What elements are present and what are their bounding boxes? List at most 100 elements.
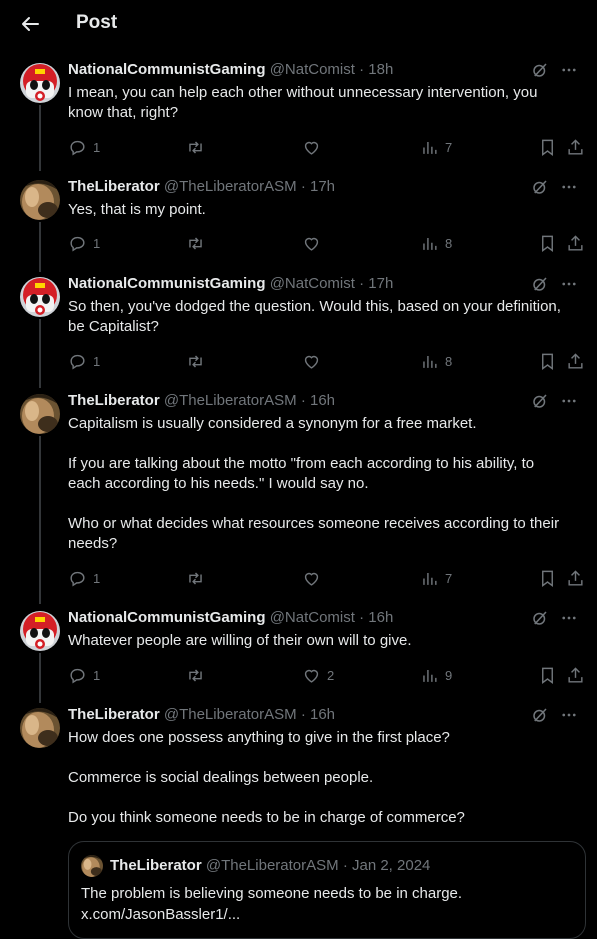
bookmark-button[interactable] bbox=[538, 351, 557, 371]
more-dots-icon[interactable] bbox=[559, 61, 579, 79]
bookmark-button[interactable] bbox=[538, 137, 557, 157]
reply-button[interactable]: 1 bbox=[68, 665, 100, 685]
display-name[interactable]: TheLiberator bbox=[68, 178, 160, 195]
tweet[interactable]: TheLiberator @TheLiberatorASM · 17h Yes,… bbox=[0, 178, 597, 270]
bookmark-button[interactable] bbox=[538, 233, 557, 253]
back-button[interactable] bbox=[18, 12, 44, 36]
separator-dot: · bbox=[359, 275, 365, 292]
like-button[interactable]: 2 bbox=[302, 665, 334, 685]
display-name[interactable]: TheLiberator bbox=[68, 392, 160, 409]
reply-button[interactable]: 1 bbox=[68, 351, 100, 371]
display-name[interactable]: NationalCommunistGaming bbox=[68, 609, 266, 626]
tweet-text-line: Capitalism is usually considered a synon… bbox=[68, 415, 477, 432]
more-dots-icon[interactable] bbox=[559, 706, 579, 724]
retweet-button[interactable] bbox=[186, 665, 211, 685]
share-button[interactable] bbox=[566, 233, 585, 253]
more-dots-icon[interactable] bbox=[559, 275, 579, 293]
views-button[interactable]: 8 bbox=[420, 233, 452, 253]
reply-count: 1 bbox=[93, 353, 101, 369]
tweet-meta: NationalCommunistGaming @NatComist · 18h bbox=[68, 61, 393, 78]
tweet[interactable]: NationalCommunistGaming @NatComist · 16h… bbox=[0, 609, 597, 701]
user-handle[interactable]: @NatComist bbox=[270, 275, 355, 292]
share-button[interactable] bbox=[566, 665, 585, 685]
display-name[interactable]: TheLiberator bbox=[68, 706, 160, 723]
views-button[interactable]: 9 bbox=[420, 665, 452, 685]
action-bar: 1 2 9 bbox=[68, 665, 588, 685]
avatar[interactable] bbox=[20, 277, 60, 317]
user-handle[interactable]: @NatComist bbox=[270, 61, 355, 78]
heart-icon bbox=[304, 669, 319, 683]
like-button[interactable] bbox=[302, 568, 327, 588]
share-button[interactable] bbox=[566, 568, 585, 588]
user-handle[interactable]: @TheLiberatorASM bbox=[164, 706, 297, 723]
reply-count: 1 bbox=[93, 667, 101, 683]
grok-icon[interactable] bbox=[531, 275, 549, 293]
grok-icon[interactable] bbox=[531, 706, 549, 724]
reply-button[interactable]: 1 bbox=[68, 233, 100, 253]
avatar[interactable] bbox=[20, 611, 60, 651]
retweet-button[interactable] bbox=[186, 568, 211, 588]
quoted-link[interactable]: x.com/JasonBassler1/... bbox=[81, 904, 571, 925]
tweet-meta: TheLiberator @TheLiberatorASM · 16h bbox=[68, 706, 335, 723]
timestamp[interactable]: 17h bbox=[310, 178, 335, 195]
tweet-text: I mean, you can help each other without … bbox=[68, 83, 568, 123]
like-button[interactable] bbox=[302, 233, 327, 253]
retweet-button[interactable] bbox=[186, 137, 211, 157]
tweet-text-line bbox=[68, 434, 568, 454]
tweet[interactable]: TheLiberator @TheLiberatorASM · 16h Capi… bbox=[0, 392, 597, 604]
timestamp[interactable]: 16h bbox=[310, 706, 335, 723]
grok-icon[interactable] bbox=[531, 178, 549, 196]
quoted-post[interactable]: TheLiberator @TheLiberatorASM · Jan 2, 2… bbox=[68, 841, 586, 939]
more-dots-icon[interactable] bbox=[559, 609, 579, 627]
user-handle[interactable]: @TheLiberatorASM bbox=[164, 392, 297, 409]
views-button[interactable]: 7 bbox=[420, 568, 452, 588]
display-name[interactable]: NationalCommunistGaming bbox=[68, 61, 266, 78]
like-button[interactable] bbox=[302, 351, 327, 371]
bookmark-icon bbox=[542, 139, 553, 156]
bookmark-button[interactable] bbox=[538, 568, 557, 588]
reply-button[interactable]: 1 bbox=[68, 137, 100, 157]
timestamp[interactable]: 17h bbox=[368, 275, 393, 292]
retweet-icon bbox=[189, 140, 202, 154]
quoted-display-name: TheLiberator bbox=[110, 857, 202, 874]
separator-dot: · bbox=[342, 857, 348, 874]
retweet-button[interactable] bbox=[186, 351, 211, 371]
grok-icon[interactable] bbox=[531, 609, 549, 627]
reply-button[interactable]: 1 bbox=[68, 568, 100, 588]
tweet-text-line: So then, you've dodged the question. Wou… bbox=[68, 298, 561, 335]
more-dots-icon[interactable] bbox=[559, 178, 579, 196]
tweet-text-line: Whatever people are willing of their own… bbox=[68, 632, 412, 649]
display-name[interactable]: NationalCommunistGaming bbox=[68, 275, 266, 292]
grok-icon[interactable] bbox=[531, 392, 549, 410]
tweet-text: So then, you've dodged the question. Wou… bbox=[68, 297, 568, 337]
heart-icon bbox=[304, 355, 319, 369]
avatar[interactable] bbox=[20, 394, 60, 434]
avatar[interactable] bbox=[20, 708, 60, 748]
avatar[interactable] bbox=[20, 180, 60, 220]
share-button[interactable] bbox=[566, 351, 585, 371]
quoted-avatar bbox=[81, 855, 103, 877]
timestamp[interactable]: 16h bbox=[310, 392, 335, 409]
timestamp[interactable]: 18h bbox=[368, 61, 393, 78]
grok-icon[interactable] bbox=[531, 61, 549, 79]
tweet[interactable]: TheLiberator @TheLiberatorASM · 16h How … bbox=[0, 706, 597, 939]
views-icon bbox=[423, 141, 437, 154]
user-handle[interactable]: @TheLiberatorASM bbox=[164, 178, 297, 195]
heart-icon bbox=[304, 237, 319, 251]
tweet[interactable]: NationalCommunistGaming @NatComist · 17h… bbox=[0, 275, 597, 387]
tweet-text-line: Yes, that is my point. bbox=[68, 201, 206, 218]
tweet-meta: NationalCommunistGaming @NatComist · 17h bbox=[68, 275, 393, 292]
retweet-button[interactable] bbox=[186, 233, 211, 253]
like-button[interactable] bbox=[302, 137, 327, 157]
views-button[interactable]: 7 bbox=[420, 137, 452, 157]
view-count: 8 bbox=[445, 235, 453, 251]
user-handle[interactable]: @NatComist bbox=[270, 609, 355, 626]
tweet[interactable]: NationalCommunistGaming @NatComist · 18h… bbox=[0, 61, 597, 173]
share-button[interactable] bbox=[566, 137, 585, 157]
timestamp[interactable]: 16h bbox=[368, 609, 393, 626]
quoted-text-line: The problem is believing someone needs t… bbox=[81, 885, 463, 902]
views-button[interactable]: 8 bbox=[420, 351, 452, 371]
more-dots-icon[interactable] bbox=[559, 392, 579, 410]
bookmark-button[interactable] bbox=[538, 665, 557, 685]
avatar[interactable] bbox=[20, 63, 60, 103]
